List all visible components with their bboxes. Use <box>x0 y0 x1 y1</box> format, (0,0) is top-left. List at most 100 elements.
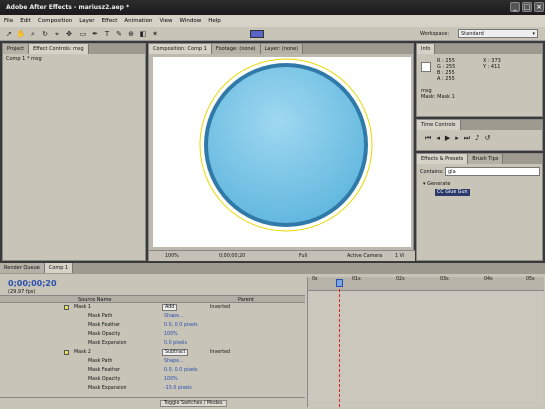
camera-tool-icon[interactable]: ⌖ <box>52 29 62 39</box>
brush-tool-icon[interactable]: ✎ <box>114 29 124 39</box>
pan-behind-tool-icon[interactable]: ✥ <box>64 29 74 39</box>
tab-time-controls[interactable]: Time Controls <box>417 120 461 130</box>
property-name: Mask Path <box>88 359 113 364</box>
composition-viewer[interactable] <box>153 57 411 247</box>
menu-layer[interactable]: Layer <box>75 15 97 24</box>
first-frame-icon[interactable]: ⏮ <box>425 134 436 142</box>
ruler-tick: 0s <box>312 277 318 282</box>
views-select[interactable]: 1 Vi <box>395 254 404 259</box>
last-frame-icon[interactable]: ⏭ <box>464 134 475 142</box>
resolution-select[interactable]: Full <box>299 254 307 259</box>
property-row[interactable]: Mask Expansion -15.0 pixels <box>0 385 305 393</box>
property-value[interactable]: Shape... <box>164 359 184 364</box>
timeline-timecode[interactable]: 0;00;00;20 <box>8 279 57 288</box>
audio-icon[interactable]: ♪ <box>475 134 484 142</box>
mask-row[interactable]: Mask 1 Add Inverted <box>0 304 305 312</box>
tab-project[interactable]: Project <box>3 44 30 54</box>
tab-info[interactable]: Info <box>417 44 436 54</box>
zoom-select[interactable]: 100% <box>165 254 179 259</box>
tab-effect-controls[interactable]: Effect Controls: msg <box>29 44 89 54</box>
selection-tool-icon[interactable]: ➚ <box>4 29 14 39</box>
property-row[interactable]: Mask Feather 0.0, 0.0 pixels <box>0 322 305 330</box>
camera-select[interactable]: Active Camera <box>347 254 382 259</box>
pen-tool-icon[interactable]: ✒ <box>90 29 100 39</box>
mask-mode-select[interactable]: Add <box>162 304 178 311</box>
type-tool-icon[interactable]: T <box>102 29 112 39</box>
property-row[interactable]: Mask Opacity 100% <box>0 376 305 384</box>
property-row[interactable]: Mask Expansion 0.0 pixels <box>0 340 305 348</box>
current-time-indicator-head[interactable] <box>336 279 343 287</box>
menu-effect[interactable]: Effect <box>98 15 121 24</box>
workspace-value: Standard <box>461 31 484 37</box>
contains-input[interactable]: gla <box>445 167 540 176</box>
menu-composition[interactable]: Composition <box>34 15 75 24</box>
parent-header[interactable]: Parent <box>238 297 254 303</box>
hand-tool-icon[interactable]: ✋ <box>16 29 26 39</box>
tab-composition[interactable]: Composition: Comp 1 <box>149 44 212 54</box>
mask-color-swatch[interactable] <box>64 350 69 355</box>
project-item[interactable]: Comp 1 * msg <box>3 54 145 64</box>
mask-color-swatch[interactable] <box>64 305 69 310</box>
ruler-tick: 03s <box>440 277 449 282</box>
minimize-button[interactable]: _ <box>510 2 520 12</box>
tab-footage[interactable]: Footage: (none) <box>211 44 261 54</box>
next-frame-icon[interactable]: ▸ <box>455 134 464 142</box>
property-value[interactable]: 0.0, 0.0 pixels <box>164 368 198 373</box>
eraser-tool-icon[interactable]: ◧ <box>138 29 148 39</box>
timeline-graph[interactable]: 0s 01s 02s 03s 04s 05s <box>307 277 544 407</box>
mask-mode-select[interactable]: Subtract <box>162 349 189 356</box>
menu-window[interactable]: Window <box>176 15 205 24</box>
puppet-tool-icon[interactable]: ✶ <box>150 29 160 39</box>
window-title: Adobe After Effects - mariusz2.aep * <box>6 4 130 11</box>
property-row[interactable]: Mask Path Shape... <box>0 313 305 321</box>
tab-comp-1[interactable]: Comp 1 <box>44 263 74 273</box>
maximize-button[interactable]: □ <box>522 2 532 12</box>
property-name: Mask Path <box>88 314 113 319</box>
property-value[interactable]: 0.0, 0.0 pixels <box>164 323 198 328</box>
inverted-label[interactable]: Inverted <box>210 305 230 310</box>
tab-layer[interactable]: Layer: (none) <box>260 44 304 54</box>
title-bar: Adobe After Effects - mariusz2.aep * _ □… <box>0 0 545 15</box>
mask-row[interactable]: Mask 2 Subtract Inverted <box>0 349 305 357</box>
tab-render-queue[interactable]: Render Queue <box>0 263 45 273</box>
menu-help[interactable]: Help <box>204 15 224 24</box>
effects-tabstrip: Effects & Presets Brush Tips <box>417 154 542 164</box>
mask-name[interactable]: Mask 1 <box>74 305 91 310</box>
menu-view[interactable]: View <box>155 15 175 24</box>
mask-name[interactable]: Mask 2 <box>74 350 91 355</box>
fill-color-swatch[interactable] <box>250 30 264 38</box>
effect-item[interactable]: CC Glue Gun <box>435 189 470 196</box>
property-row[interactable]: Mask Feather 0.0, 0.0 pixels <box>0 367 305 375</box>
property-row[interactable]: Mask Path Shape... <box>0 358 305 366</box>
workspace-select[interactable]: Standard ▾ <box>458 29 538 38</box>
menu-animation[interactable]: Animation <box>120 15 155 24</box>
property-value[interactable]: -15.0 pixels <box>164 386 192 391</box>
tab-effects-presets[interactable]: Effects & Presets <box>417 154 469 164</box>
close-button[interactable]: × <box>534 2 544 12</box>
property-value[interactable]: 0.0 pixels <box>164 341 187 346</box>
category-generate[interactable]: ▾ Generate <box>423 181 450 187</box>
property-value[interactable]: Shape... <box>164 314 184 319</box>
rectangle-mask-tool-icon[interactable]: ▭ <box>78 29 88 39</box>
property-row[interactable]: Mask Opacity 100% <box>0 331 305 339</box>
category-label: Generate <box>427 181 451 187</box>
property-value[interactable]: 100% <box>164 377 178 382</box>
rotate-tool-icon[interactable]: ↻ <box>40 29 50 39</box>
property-name: Mask Opacity <box>88 332 121 337</box>
prev-frame-icon[interactable]: ◂ <box>436 134 445 142</box>
source-name-header[interactable]: Source Name <box>78 297 112 303</box>
clone-stamp-tool-icon[interactable]: ⊕ <box>126 29 136 39</box>
toggle-switches-modes-button[interactable]: Toggle Switches / Modes <box>160 400 227 407</box>
inverted-label[interactable]: Inverted <box>210 350 230 355</box>
tab-brush-tips[interactable]: Brush Tips <box>468 154 504 164</box>
play-icon[interactable]: ▶ <box>445 134 455 142</box>
property-value[interactable]: 100% <box>164 332 178 337</box>
color-swatch <box>421 62 431 72</box>
loop-icon[interactable]: ↺ <box>485 134 496 142</box>
comp-timecode[interactable]: 0;00;00;20 <box>219 254 245 259</box>
ruler-tick: 01s <box>352 277 361 282</box>
menu-file[interactable]: File <box>0 15 16 24</box>
menu-edit[interactable]: Edit <box>16 15 34 24</box>
zoom-tool-icon[interactable]: ⌕ <box>28 29 38 39</box>
time-ruler[interactable]: 0s 01s 02s 03s 04s 05s <box>308 277 544 291</box>
